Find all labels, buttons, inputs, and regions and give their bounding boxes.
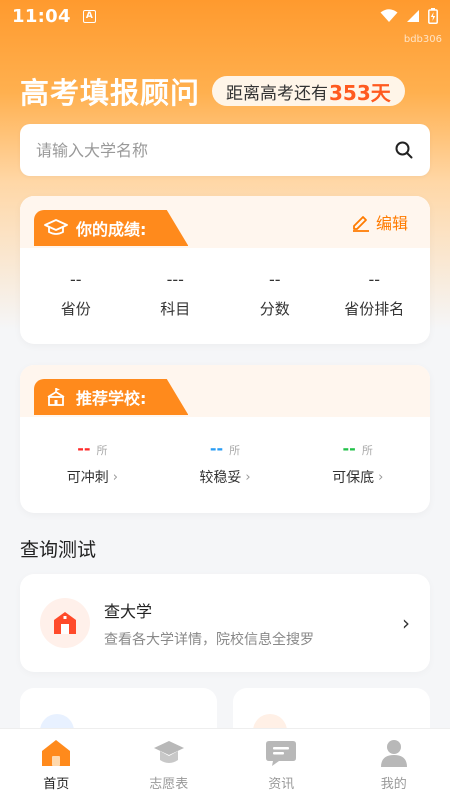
recommend-title: 推荐学校: — [76, 389, 147, 408]
score-province[interactable]: -- 省份 — [26, 270, 126, 319]
recommend-grid: -- 所 可冲刺 › -- 所 较稳妥 › -- 所 可保底 › — [20, 417, 430, 487]
score-subject[interactable]: --- 科目 — [126, 270, 226, 319]
recommend-safe[interactable]: -- 所 可保底 › — [291, 439, 424, 487]
score-rank[interactable]: -- 省份排名 — [325, 270, 425, 319]
scores-title-tab: 你的成绩: — [34, 210, 189, 246]
status-time: 11:04 — [12, 5, 71, 27]
safe-count: -- — [342, 439, 356, 458]
watermark-text: bdb306 — [403, 34, 442, 45]
safe-label: 可保底 — [332, 470, 375, 486]
edit-scores-button[interactable]: 编辑 — [351, 210, 408, 234]
wifi-icon — [380, 9, 398, 22]
home-icon — [42, 739, 71, 766]
score-value: -- — [69, 270, 82, 289]
query-section-title: 查询测试 — [20, 539, 97, 561]
score-value: -- — [268, 270, 281, 289]
stable-label: 较稳妥 — [199, 470, 242, 486]
scores-title: 你的成绩: — [76, 220, 147, 239]
score-label: 省份排名 — [344, 300, 405, 318]
tab-mine[interactable]: 我的 — [338, 729, 450, 800]
tab-home[interactable]: 首页 — [0, 729, 113, 800]
tab-label: 我的 — [380, 776, 407, 792]
user-icon — [380, 739, 407, 767]
score-label: 科目 — [160, 300, 191, 318]
scores-grid: -- 省份 --- 科目 -- 分数 -- 省份排名 — [20, 248, 430, 319]
count-unit: 所 — [96, 444, 108, 457]
recommend-card-header: 推荐学校: — [20, 365, 430, 417]
chevron-right-icon: › — [378, 469, 384, 485]
tab-label: 志愿表 — [149, 776, 189, 792]
find-university-card[interactable]: 查大学 查看各大学详情，院校信息全搜罗 › — [20, 574, 430, 672]
countdown-value: 353天 — [329, 80, 391, 105]
status-bar: 11:04 A — [0, 0, 450, 32]
tab-news[interactable]: 资讯 — [225, 729, 338, 800]
score-value: --- — [166, 270, 184, 289]
recommend-title-tab: 推荐学校: — [34, 379, 189, 415]
search-input[interactable] — [36, 140, 394, 160]
feature-desc: 查看各大学详情，院校信息全搜罗 — [104, 631, 314, 648]
countdown-prefix: 距离高考还有 — [226, 83, 329, 104]
tab-label: 资讯 — [268, 776, 295, 792]
reach-label: 可冲刺 — [66, 470, 109, 486]
message-icon — [266, 740, 297, 766]
signal-icon — [407, 10, 419, 22]
feature-title: 查大学 — [104, 601, 153, 621]
battery-icon — [428, 8, 438, 24]
app-title: 高考填报顾问 — [20, 76, 201, 110]
score-value: -- — [368, 270, 381, 289]
count-unit: 所 — [229, 444, 241, 457]
scores-card: 你的成绩: 编辑 -- 省份 --- 科目 -- 分数 -- 省份排名 — [20, 196, 430, 344]
bottom-tab-bar: 首页 志愿表 资讯 我的 — [0, 728, 450, 800]
graduation-cap-icon — [44, 219, 68, 235]
chevron-right-icon: › — [402, 611, 410, 635]
reach-count: -- — [77, 439, 91, 458]
count-unit: 所 — [361, 444, 373, 457]
exam-countdown: 距离高考还有 353天 — [212, 76, 405, 106]
chevron-right-icon: › — [245, 469, 251, 485]
search-icon[interactable] — [394, 140, 414, 160]
recommend-stable[interactable]: -- 所 较稳妥 › — [159, 439, 292, 487]
tab-volunteer-form[interactable]: 志愿表 — [113, 729, 226, 800]
search-bar[interactable] — [20, 124, 430, 176]
header-title-row: 高考填报顾问 距离高考还有 353天 — [20, 70, 405, 112]
stable-count: -- — [209, 439, 224, 458]
score-points[interactable]: -- 分数 — [225, 270, 325, 319]
score-label: 分数 — [259, 300, 290, 318]
chevron-right-icon: › — [112, 469, 118, 485]
university-icon-wrap — [40, 598, 90, 648]
recommend-reach[interactable]: -- 所 可冲刺 › — [26, 439, 159, 487]
edit-label: 编辑 — [375, 214, 408, 233]
scores-card-header: 你的成绩: 编辑 — [20, 196, 430, 248]
graduation-cap-icon — [153, 740, 184, 763]
school-building-icon — [47, 388, 65, 406]
tab-label: 首页 — [43, 776, 70, 792]
recommend-card: 推荐学校: -- 所 可冲刺 › -- 所 较稳妥 › -- 所 可保底 › — [20, 365, 430, 513]
accessibility-icon: A — [82, 9, 96, 23]
university-icon — [54, 612, 76, 634]
edit-icon — [352, 216, 369, 232]
score-label: 省份 — [60, 300, 91, 318]
